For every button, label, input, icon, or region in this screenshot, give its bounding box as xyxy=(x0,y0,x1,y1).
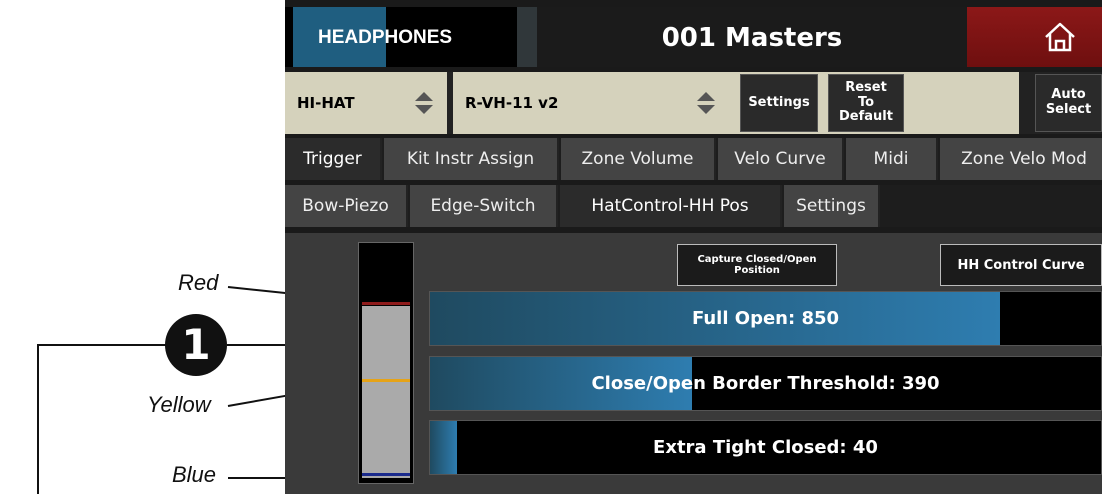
hh-control-curve-button[interactable]: HH Control Curve xyxy=(940,244,1102,286)
meter-blue-marker xyxy=(362,473,410,476)
capture-position-button[interactable]: Capture Closed/Open Position xyxy=(677,244,837,286)
tab-zone-velo-mod[interactable]: Zone Velo Mod xyxy=(940,138,1102,180)
updown-arrows-icon xyxy=(697,92,715,114)
tab-hatcontrol-hh-pos[interactable]: HatControl-HH Pos xyxy=(560,185,782,227)
home-button[interactable] xyxy=(967,7,1102,67)
home-icon xyxy=(1045,22,1075,52)
kit-title: 001 Masters xyxy=(537,7,967,67)
device-screen: HEADPHONES 001 Masters HI-HAT R-VH-11 v2… xyxy=(285,0,1102,494)
border-threshold-slider[interactable]: Close/Open Border Threshold: 390 xyxy=(429,356,1102,411)
instrument-select[interactable]: R-VH-11 v2 xyxy=(453,72,1019,134)
auto-select-button[interactable]: Auto Select xyxy=(1035,74,1102,132)
tab-bow-piezo[interactable]: Bow-Piezo xyxy=(285,185,408,227)
tab-trigger[interactable]: Trigger xyxy=(285,138,382,180)
full-open-slider[interactable]: Full Open: 850 xyxy=(429,291,1102,346)
output-label: HEADPHONES xyxy=(318,27,453,48)
yellow-annotation-label: Yellow xyxy=(147,392,211,417)
red-annotation-label: Red xyxy=(178,270,219,295)
tab-kit-instr-assign[interactable]: Kit Instr Assign xyxy=(384,138,559,180)
pad-select-value: HI-HAT xyxy=(297,94,355,112)
instrument-select-value: R-VH-11 v2 xyxy=(465,94,559,112)
tab-row-secondary: Bow-Piezo Edge-Switch HatControl-HH Pos … xyxy=(285,185,1102,227)
reset-default-button[interactable]: Reset To Default xyxy=(828,74,904,132)
full-open-label: Full Open: 850 xyxy=(691,308,840,329)
meter-red-marker xyxy=(362,302,410,305)
settings-button[interactable]: Settings xyxy=(740,74,818,132)
callout-line-left xyxy=(37,344,167,346)
updown-arrows-icon xyxy=(415,92,433,114)
tab-edge-switch[interactable]: Edge-Switch xyxy=(410,185,558,227)
border-threshold-label: Close/Open Border Threshold: 390 xyxy=(591,373,940,394)
blue-annotation-label: Blue xyxy=(172,462,217,487)
tab-zone-volume[interactable]: Zone Volume xyxy=(561,138,716,180)
tab-settings[interactable]: Settings xyxy=(784,185,880,227)
callout-badge: 1 xyxy=(165,314,227,376)
extra-tight-closed-slider[interactable]: Extra Tight Closed: 40 xyxy=(429,420,1102,475)
tab-velo-curve[interactable]: Velo Curve xyxy=(718,138,844,180)
meter-level xyxy=(362,306,410,478)
callout-line-down xyxy=(37,344,39,494)
hihat-position-meter xyxy=(358,242,414,484)
header-divider xyxy=(517,7,537,67)
extra-tight-closed-label: Extra Tight Closed: 40 xyxy=(653,437,878,458)
tab-row-primary: Trigger Kit Instr Assign Zone Volume Vel… xyxy=(285,138,1102,180)
meter-yellow-marker xyxy=(362,379,410,382)
tab-midi[interactable]: Midi xyxy=(846,138,938,180)
pad-select[interactable]: HI-HAT xyxy=(285,72,447,134)
